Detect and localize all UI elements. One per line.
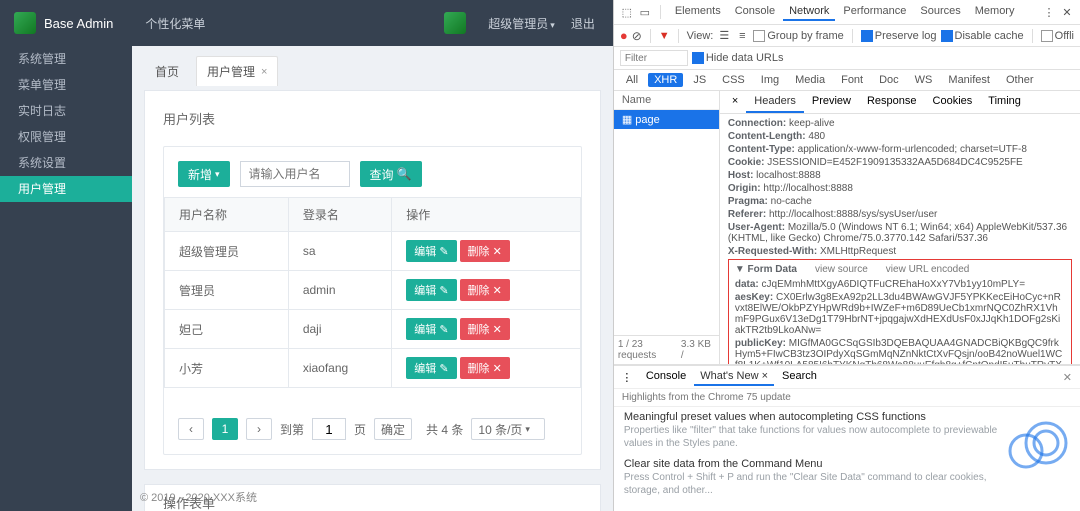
- sidebar-item[interactable]: 用户管理: [0, 176, 132, 202]
- status-bar: 1 / 23 requests3.3 KB /: [614, 335, 719, 364]
- drawer-close-icon[interactable]: ✕: [1063, 371, 1072, 384]
- filter-type[interactable]: Media: [789, 73, 831, 87]
- filter-type[interactable]: Img: [755, 73, 785, 87]
- copyright: © 2019 - 2020 XXX系统: [140, 489, 257, 505]
- network-filter-input[interactable]: [620, 50, 688, 66]
- devtools-tab[interactable]: Sources: [914, 3, 966, 21]
- hide-data-urls-check[interactable]: Hide data URLs: [692, 52, 784, 64]
- sidebar-item[interactable]: 系统管理: [0, 46, 132, 72]
- edit-button[interactable]: 编辑 ✎: [406, 240, 456, 262]
- preserve-log-check[interactable]: Preserve log: [861, 30, 937, 42]
- close-devtools-icon[interactable]: ✕: [1060, 5, 1074, 19]
- delete-button[interactable]: 删除 ✕: [460, 357, 510, 379]
- tabs: 首页用户管理×: [144, 56, 601, 86]
- offline-check[interactable]: Offli: [1041, 30, 1074, 42]
- page-goto-input[interactable]: [312, 418, 346, 440]
- table-row: 妲己daji编辑 ✎删除 ✕: [165, 310, 581, 349]
- filter-icon[interactable]: ▼: [659, 30, 670, 42]
- request-subtab[interactable]: Response: [859, 91, 925, 113]
- request-subtab[interactable]: Cookies: [925, 91, 981, 113]
- tab[interactable]: 用户管理×: [196, 56, 278, 86]
- more-icon[interactable]: ⋮: [1042, 5, 1056, 19]
- page-next[interactable]: ›: [246, 418, 272, 440]
- devtools-tab[interactable]: Memory: [969, 3, 1021, 21]
- user-panel: 用户列表 新增▾ 查询🔍 用户名称登录名操作 超级管理员sa编辑 ✎删除 ✕管理…: [144, 90, 601, 470]
- brand-title: Base Admin: [44, 16, 113, 31]
- personal-menu[interactable]: 个性化菜单: [145, 15, 205, 32]
- filter-type[interactable]: CSS: [716, 73, 751, 87]
- view-small-icon[interactable]: ≡: [735, 29, 749, 43]
- edit-button[interactable]: 编辑 ✎: [406, 357, 456, 379]
- user-role[interactable]: 超级管理员▾: [488, 15, 555, 32]
- disable-cache-check[interactable]: Disable cache: [941, 30, 1024, 42]
- decorative-ring-icon: [1006, 411, 1070, 475]
- table-row: 小芳xiaofang编辑 ✎删除 ✕: [165, 349, 581, 388]
- tab[interactable]: 首页: [144, 56, 190, 86]
- close-request-icon[interactable]: ×: [726, 91, 744, 113]
- delete-button[interactable]: 删除 ✕: [460, 318, 510, 340]
- drawer-menu-icon[interactable]: ⋮: [620, 370, 634, 384]
- sidebar-item[interactable]: 实时日志: [0, 98, 132, 124]
- sidebar: 系统管理菜单管理实时日志权限管理系统设置用户管理: [0, 46, 132, 511]
- page-number[interactable]: 1: [212, 418, 238, 440]
- logo-icon: [14, 12, 36, 34]
- filter-type[interactable]: Font: [835, 73, 869, 87]
- form-data-section: ▼ Form Data view source view URL encoded…: [728, 259, 1072, 364]
- search-input[interactable]: [240, 161, 350, 187]
- request-subtab[interactable]: Timing: [980, 91, 1029, 113]
- sidebar-item[interactable]: 系统设置: [0, 150, 132, 176]
- page-confirm[interactable]: 确定: [374, 418, 412, 440]
- filter-type[interactable]: WS: [909, 73, 939, 87]
- drawer-tab[interactable]: Console: [640, 368, 692, 386]
- view-url-encoded-link[interactable]: view URL encoded: [886, 264, 970, 275]
- drawer-tab[interactable]: Search: [776, 368, 823, 386]
- edit-button[interactable]: 编辑 ✎: [406, 318, 456, 340]
- add-button[interactable]: 新增▾: [178, 161, 230, 187]
- table-row: 管理员admin编辑 ✎删除 ✕: [165, 271, 581, 310]
- sidebar-item[interactable]: 菜单管理: [0, 72, 132, 98]
- user-table: 用户名称登录名操作 超级管理员sa编辑 ✎删除 ✕管理员admin编辑 ✎删除 …: [164, 197, 581, 388]
- highlights-bar: Highlights from the Chrome 75 update: [614, 389, 1080, 407]
- close-icon[interactable]: ×: [261, 66, 267, 78]
- drawer-tab[interactable]: What's New ×: [694, 368, 774, 386]
- name-column-head[interactable]: Name: [614, 91, 719, 110]
- logout-link[interactable]: 退出: [571, 15, 595, 32]
- edit-button[interactable]: 编辑 ✎: [406, 279, 456, 301]
- table-row: 超级管理员sa编辑 ✎删除 ✕: [165, 232, 581, 271]
- avatar: [444, 12, 466, 34]
- filter-type[interactable]: Manifest: [942, 73, 996, 87]
- devtools-tab[interactable]: Network: [783, 3, 835, 21]
- page-size-select[interactable]: 10 条/页▾: [471, 418, 545, 440]
- record-icon[interactable]: ●: [620, 28, 628, 43]
- filter-type[interactable]: Doc: [873, 73, 905, 87]
- clear-icon[interactable]: ⊘: [632, 29, 642, 43]
- sidebar-item[interactable]: 权限管理: [0, 124, 132, 150]
- inspect-icon[interactable]: ⬚: [620, 5, 634, 19]
- filter-type[interactable]: JS: [687, 73, 712, 87]
- devtools: ⬚ ▭ ElementsConsoleNetworkPerformanceSou…: [613, 0, 1080, 511]
- view-source-link[interactable]: view source: [815, 264, 868, 275]
- request-subtab[interactable]: Headers: [746, 91, 804, 113]
- request-row[interactable]: ▦page: [614, 110, 719, 129]
- view-large-icon[interactable]: ☰: [717, 29, 731, 43]
- pagination: ‹ 1 › 到第 页 确定 共 4 条 10 条/页▾: [164, 388, 581, 454]
- request-subtab[interactable]: Preview: [804, 91, 859, 113]
- search-button[interactable]: 查询🔍: [360, 161, 422, 187]
- panel-title: 用户列表: [163, 109, 582, 128]
- devtools-tab[interactable]: Performance: [837, 3, 912, 21]
- delete-button[interactable]: 删除 ✕: [460, 279, 510, 301]
- device-icon[interactable]: ▭: [638, 5, 652, 19]
- delete-button[interactable]: 删除 ✕: [460, 240, 510, 262]
- devtools-tab[interactable]: Console: [729, 3, 781, 21]
- devtools-tab[interactable]: Elements: [669, 3, 727, 21]
- filter-type[interactable]: XHR: [648, 73, 683, 87]
- group-by-frame-check[interactable]: Group by frame: [753, 30, 843, 42]
- filter-type[interactable]: Other: [1000, 73, 1040, 87]
- page-prev[interactable]: ‹: [178, 418, 204, 440]
- filter-type[interactable]: All: [620, 73, 644, 87]
